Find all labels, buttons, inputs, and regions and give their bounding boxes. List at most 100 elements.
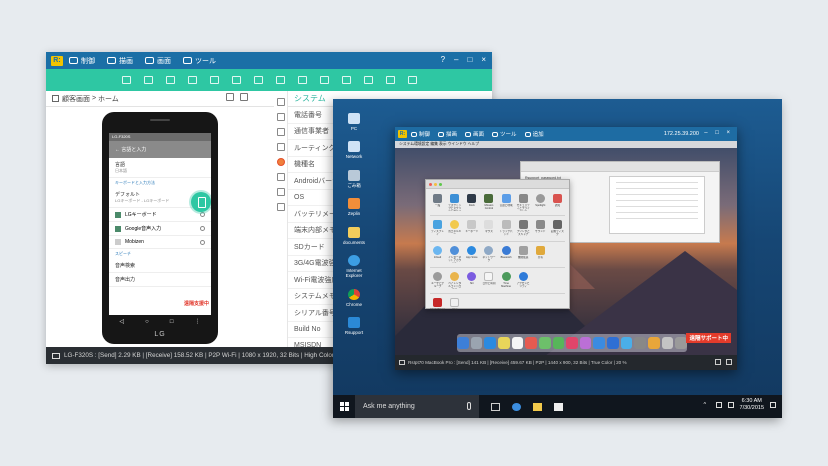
volume-up-icon[interactable] <box>187 76 197 84</box>
pref-item[interactable]: サウンド <box>533 220 548 237</box>
voice-output-row[interactable]: 音声出力 <box>109 273 211 287</box>
safari-icon[interactable] <box>484 337 496 349</box>
network-icon[interactable] <box>715 402 722 409</box>
desktop-icon-ie[interactable]: Internet Explorer <box>339 254 369 279</box>
nav-recent-icon[interactable]: □ <box>170 319 174 325</box>
menu-screen[interactable]: 画面 <box>145 56 171 66</box>
menu-draw[interactable]: 描画 <box>438 130 457 138</box>
settings-icon[interactable] <box>385 76 395 84</box>
keynote-icon[interactable] <box>607 337 619 349</box>
phone-screen[interactable]: LG-F320S ← 言語と入力 言語 日本語 キーボードと入力方法 デフォルト… <box>109 133 211 315</box>
search-box[interactable]: Ask me anything <box>355 395 479 418</box>
maximize-button[interactable]: □ <box>467 55 472 64</box>
folder-icon[interactable] <box>276 188 285 196</box>
google-voice-item[interactable]: Google音声入力 <box>109 222 211 236</box>
notes-icon[interactable] <box>497 337 510 349</box>
pref-item[interactable]: 通知 <box>550 194 565 211</box>
trash-icon[interactable] <box>675 337 687 349</box>
pref-item[interactable]: キーボード <box>464 220 479 237</box>
battery-icon[interactable] <box>276 113 285 121</box>
file-icon[interactable] <box>341 76 351 84</box>
mac-screen[interactable]: システム環境設定 編集 表示 ウインドウ ヘルプ Rsupport_passwo… <box>395 141 737 355</box>
back-arrow-icon[interactable] <box>165 76 175 84</box>
pref-item[interactable]: マウス <box>481 220 496 237</box>
record-icon[interactable] <box>319 76 329 84</box>
nav-back-icon[interactable]: ◁ <box>120 318 125 325</box>
minimize-button[interactable]: – <box>454 55 458 64</box>
clock[interactable]: 6:30 AM 7/30/2015 <box>740 398 764 412</box>
start-button[interactable] <box>333 395 355 418</box>
notification-center-icon[interactable] <box>770 402 776 409</box>
check-icon[interactable] <box>276 143 285 151</box>
pref-item[interactable]: セキュリティとプライバシー <box>516 194 531 211</box>
microphone-icon[interactable] <box>467 402 471 410</box>
downloads-icon[interactable] <box>661 337 674 349</box>
desktop-icon-recycle[interactable]: ごみ箱 <box>339 169 369 188</box>
capture-icon[interactable] <box>297 76 307 84</box>
pref-item[interactable]: Spotlight <box>533 194 548 211</box>
system-prefs-icon[interactable] <box>634 337 647 349</box>
menu-draw[interactable]: 描画 <box>107 56 133 66</box>
pref-item[interactable]: ユーザとグループ <box>430 272 445 289</box>
nav-home-icon[interactable]: ○ <box>145 319 149 325</box>
undo-icon[interactable] <box>253 76 263 84</box>
photos-icon[interactable] <box>525 337 537 349</box>
pref-item[interactable]: トラックパッド <box>499 220 514 237</box>
breadcrumb-root[interactable]: 顧客画面 <box>62 94 90 104</box>
record-icon[interactable] <box>726 359 732 365</box>
pref-item[interactable]: Java <box>447 298 462 315</box>
pref-item[interactable]: デスクトップとスクリーンセーバ <box>447 194 462 211</box>
pref-item[interactable]: ペアレンタルコントロール <box>447 272 462 289</box>
pref-item[interactable]: ディスプレイ <box>430 220 445 237</box>
document-icon[interactable] <box>276 173 285 181</box>
pref-item[interactable]: 共有 <box>533 246 548 263</box>
pref-item[interactable]: 言語と地域 <box>499 194 514 211</box>
desktop-icon-rsupport[interactable]: Rsupport <box>339 317 369 335</box>
file-explorer-icon[interactable] <box>533 402 542 411</box>
notification-icon[interactable] <box>276 158 285 166</box>
edge-icon[interactable] <box>512 402 521 411</box>
volume-down-icon[interactable] <box>143 76 153 84</box>
laser-pointer-icon[interactable] <box>121 76 131 84</box>
pref-item[interactable]: アクセシビリティ <box>516 272 531 289</box>
grid-icon[interactable] <box>276 128 285 136</box>
desktop-icon-zeplin[interactable]: Zeplin <box>339 198 369 216</box>
messages-icon[interactable] <box>538 337 551 349</box>
launchpad-icon[interactable] <box>470 337 483 349</box>
close-button[interactable]: × <box>481 55 486 64</box>
checkbox-icon[interactable] <box>115 211 121 218</box>
pref-item[interactable]: 機能拡張 <box>516 246 531 263</box>
refresh-icon[interactable] <box>240 93 248 101</box>
keyboard-icon[interactable] <box>363 76 373 84</box>
gear-icon[interactable] <box>200 239 205 245</box>
pref-item[interactable]: Dock <box>464 194 479 211</box>
pref-item[interactable]: 一般 <box>430 194 445 211</box>
pages-icon[interactable] <box>648 337 660 349</box>
calendar-icon[interactable] <box>511 337 524 349</box>
help-button[interactable]: ? <box>441 55 445 64</box>
desktop-icon-documents[interactable]: documents <box>339 226 369 245</box>
app-store-icon[interactable] <box>593 337 606 349</box>
desktop-icon-chrome[interactable]: Chrome <box>339 288 369 307</box>
menu-control[interactable]: 制御 <box>411 130 430 138</box>
nav-menu-icon[interactable]: ⋮ <box>194 318 200 325</box>
pref-item[interactable]: ネットワーク <box>481 246 496 263</box>
gear-icon[interactable] <box>200 212 205 217</box>
desktop-icon-network[interactable]: Network <box>339 141 369 159</box>
menu-screen[interactable]: 画面 <box>465 130 484 138</box>
pref-item[interactable]: 省エネルギー <box>447 220 462 237</box>
checkbox-icon[interactable] <box>115 225 121 232</box>
pref-item[interactable]: Mission Control <box>481 194 496 211</box>
pref-item[interactable]: Bluetooth <box>499 246 514 263</box>
capture-icon[interactable] <box>715 359 721 365</box>
window-controls[interactable]: – □ × <box>704 130 733 136</box>
podcast-icon[interactable] <box>579 337 592 349</box>
voice-search-row[interactable]: 音声検索 <box>109 259 211 273</box>
home-icon[interactable] <box>209 76 219 84</box>
pref-item[interactable]: 日付と時刻 <box>481 272 496 289</box>
fullscreen-icon[interactable] <box>407 76 417 84</box>
pref-item[interactable]: インターネットアカウント <box>447 246 462 263</box>
list-icon[interactable] <box>276 98 285 106</box>
gear-icon[interactable] <box>200 226 205 231</box>
mobizen-item[interactable]: Mobizen <box>109 236 211 249</box>
